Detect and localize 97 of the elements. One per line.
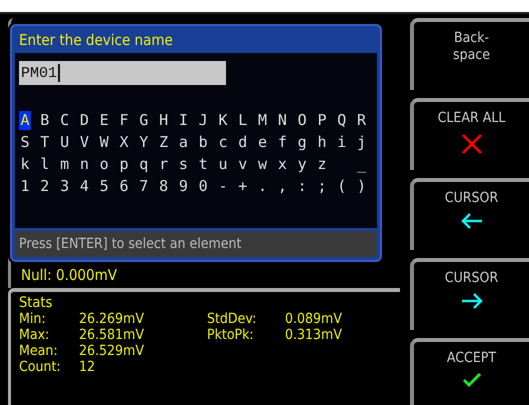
character-key[interactable]: C (58, 111, 71, 130)
stat-label: Mean: (19, 343, 59, 359)
character-key[interactable]: i (336, 133, 348, 152)
character-key[interactable]: n (78, 155, 90, 174)
stat-value: 26.529mV (79, 343, 145, 359)
stat-label: Count: (19, 359, 62, 375)
character-key[interactable]: H (158, 111, 170, 130)
character-key[interactable]: X (118, 133, 130, 152)
character-key[interactable]: Q (336, 111, 348, 130)
character-key[interactable]: k (19, 155, 31, 174)
character-key[interactable]: , (276, 177, 288, 196)
character-key[interactable]: N (276, 111, 288, 130)
character-key[interactable]: J (197, 111, 210, 130)
stat-value: 12 (79, 359, 96, 375)
character-key[interactable]: w (256, 155, 269, 174)
character-key[interactable]: 1 (19, 177, 31, 196)
character-key[interactable]: Z (158, 133, 170, 152)
character-key[interactable]: I (177, 111, 190, 130)
character-key[interactable]: 8 (158, 177, 170, 196)
character-key[interactable]: 3 (58, 177, 71, 196)
stat-value: 0.313mV (285, 327, 343, 343)
character-key[interactable]: L (236, 111, 249, 130)
character-key[interactable]: ) (356, 177, 368, 196)
character-key[interactable]: ( (336, 177, 348, 196)
softkey-button[interactable]: CURSOR (410, 178, 529, 250)
arrow-left-icon (460, 213, 482, 229)
character-key[interactable]: D (78, 111, 90, 130)
character-key[interactable]: x (276, 155, 288, 174)
stat-label: Min: (19, 311, 47, 327)
character-key[interactable]: 0 (197, 177, 210, 196)
close-icon (460, 133, 482, 155)
stat-value: 26.581mV (79, 327, 145, 343)
character-key[interactable]: : (296, 177, 308, 196)
name-input-field[interactable]: PM01 (19, 61, 226, 85)
dialog-title: Enter the device name (18, 30, 174, 51)
stat-label: Max: (19, 327, 50, 343)
softkey-button[interactable]: Back- space (410, 18, 529, 90)
character-key[interactable]: T (38, 133, 51, 152)
character-key[interactable]: R (356, 111, 368, 130)
character-key[interactable]: O (296, 111, 308, 130)
character-key[interactable]: K (216, 111, 229, 130)
character-key[interactable]: 9 (177, 177, 190, 196)
stat-label: StdDev: (207, 311, 258, 327)
character-key[interactable]: b (197, 133, 210, 152)
character-key[interactable]: P (316, 111, 328, 130)
character-key[interactable]: d (236, 133, 249, 152)
character-key[interactable]: z (316, 155, 328, 174)
checkmark-icon (462, 373, 480, 387)
character-key[interactable]: - (216, 177, 229, 196)
character-key[interactable]: Y (138, 133, 150, 152)
character-key[interactable]: y (296, 155, 308, 174)
stat-label: PktoPk: (207, 327, 255, 343)
character-key[interactable]: s (177, 155, 190, 174)
character-key[interactable]: 5 (98, 177, 110, 196)
character-key[interactable]: l (38, 155, 51, 174)
character-key[interactable]: v (236, 155, 249, 174)
character-key[interactable]: a (177, 133, 190, 152)
character-key[interactable]: ; (316, 177, 328, 196)
character-key[interactable]: o (98, 155, 110, 174)
character-key[interactable]: j (356, 133, 368, 152)
softkey-button[interactable]: CLEAR ALL (410, 98, 529, 170)
character-key[interactable]: h (316, 133, 328, 152)
character-key[interactable]: f (276, 133, 288, 152)
character-key[interactable]: G (138, 111, 150, 130)
character-key[interactable]: M (256, 111, 269, 130)
character-key[interactable]: m (58, 155, 71, 174)
character-key[interactable]: U (58, 133, 71, 152)
character-key[interactable]: g (296, 133, 308, 152)
character-key[interactable]: V (78, 133, 90, 152)
stat-value: 26.269mV (79, 311, 145, 327)
character-key[interactable]: W (98, 133, 110, 152)
character-key[interactable]: c (216, 133, 229, 152)
character-key[interactable]: A (19, 111, 31, 130)
character-key[interactable]: _ (356, 155, 368, 174)
character-key[interactable]: + (236, 177, 249, 196)
character-key[interactable]: F (118, 111, 130, 130)
character-key[interactable]: r (158, 155, 170, 174)
character-key[interactable]: 2 (38, 177, 51, 196)
stats-title: Stats (19, 295, 52, 311)
character-key[interactable]: E (98, 111, 110, 130)
stat-value: 0.089mV (285, 311, 343, 327)
character-key[interactable]: 7 (138, 177, 150, 196)
character-key[interactable]: p (118, 155, 130, 174)
null-reading: Null: 0.000mV (21, 266, 117, 284)
character-key[interactable]: t (197, 155, 210, 174)
hint-text: Press [ENTER] to select an element (15, 231, 377, 257)
softkey-button[interactable]: ACCEPT (410, 338, 529, 405)
character-key[interactable]: e (256, 133, 269, 152)
character-key[interactable]: 6 (118, 177, 130, 196)
character-key[interactable]: . (256, 177, 269, 196)
character-key[interactable]: B (38, 111, 51, 130)
character-key[interactable]: 4 (78, 177, 90, 196)
character-key[interactable]: q (138, 155, 150, 174)
arrow-right-icon (460, 293, 482, 309)
character-key[interactable]: S (19, 133, 31, 152)
character-key[interactable]: u (216, 155, 229, 174)
softkey-button[interactable]: CURSOR (410, 258, 529, 330)
